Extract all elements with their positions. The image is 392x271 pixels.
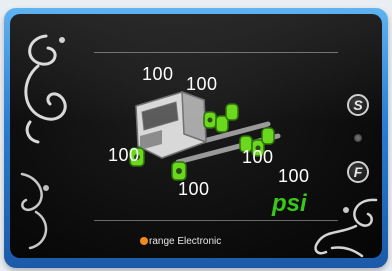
- status-led: [354, 134, 362, 142]
- brand-name: range Electronic: [149, 236, 222, 247]
- tire-reading-right-a: 100: [242, 147, 274, 167]
- set-button-label: S: [353, 97, 363, 113]
- tire-reading-right-b: 100: [278, 166, 310, 186]
- truck-icon: [129, 90, 281, 181]
- ornament-swirl-top-left-icon: [24, 34, 67, 144]
- tire-reading-top-left: 100: [142, 64, 174, 84]
- ornament-swirl-bottom-left-icon: [20, 172, 49, 250]
- display-bezel: 100 100 100 100 100 100 psi S F Orange E…: [10, 14, 382, 258]
- pressure-unit: psi: [272, 190, 307, 217]
- function-button[interactable]: F: [347, 161, 369, 183]
- tire-reading-top-right: 100: [186, 74, 218, 94]
- brand-logo: Orange Electronic: [140, 236, 221, 247]
- set-button[interactable]: S: [347, 94, 369, 116]
- screen-top-divider: [94, 52, 338, 53]
- brand-o-icon: [140, 237, 148, 245]
- screen-bottom-divider: [94, 220, 338, 221]
- tpms-device: 100 100 100 100 100 100 psi S F Orange E…: [4, 8, 388, 268]
- tire-reading-left: 100: [108, 145, 140, 165]
- ornament-swirl-bottom-right-icon: [314, 198, 378, 258]
- function-button-label: F: [353, 164, 363, 180]
- tire-reading-bottom: 100: [178, 179, 210, 199]
